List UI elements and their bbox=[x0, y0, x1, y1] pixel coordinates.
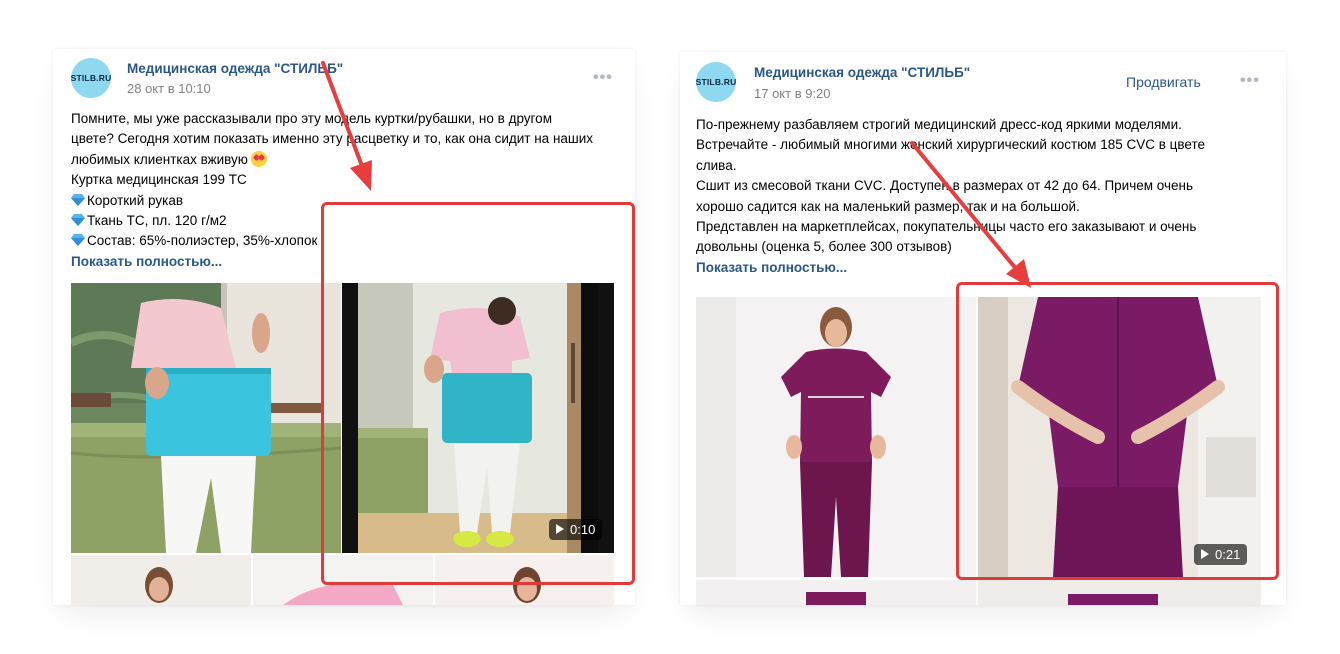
annotation-arrow-icon bbox=[910, 141, 1031, 288]
annotation-arrow-icon bbox=[321, 61, 372, 191]
annotation-arrows bbox=[321, 61, 1031, 288]
